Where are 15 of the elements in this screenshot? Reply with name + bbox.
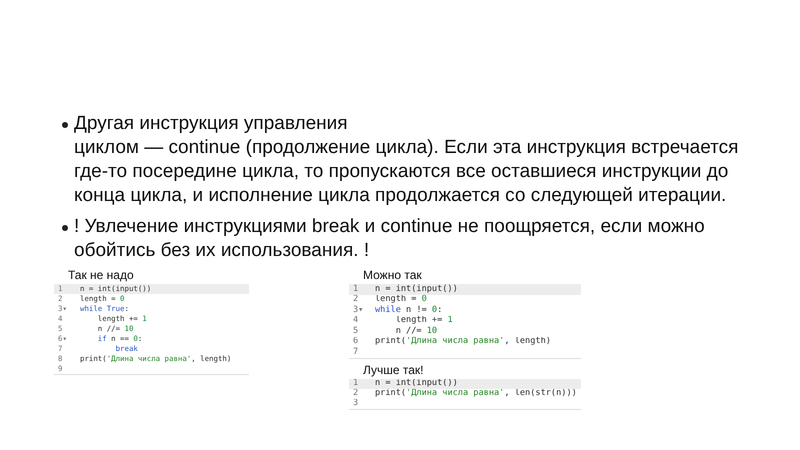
- code-line: 3: [352, 398, 360, 408]
- code-line: 7: [352, 347, 360, 358]
- code-line: 4 length += 1: [352, 316, 454, 326]
- code-line: 5 n //= 10: [352, 326, 438, 336]
- bullet-text: ! Увлечение инструкциями break и continue не поощряется, если можно обойтись без их использования. !: [74, 215, 706, 263]
- example-caption: Лучше так!: [363, 362, 425, 376]
- code-line: 6 print('Длина числа равна', length): [352, 336, 552, 347]
- bullet-text: Другая инструкция управления циклом — continue (продолжение цикла). Если эта инструкция встречается где-то посередине цикла, то пропускаются все оставшиеся инструкции до конца цикла, и исполнение цикла продолжается со следующей итерации.: [74, 112, 740, 208]
- code-line: 3▾ while n != 0:: [352, 305, 444, 316]
- code-line: 2 print('Длина числа равна', len(str(n))): [352, 388, 578, 398]
- code-line: 2 length = 0: [352, 294, 428, 305]
- example-caption: Можно так: [363, 268, 423, 282]
- bullet-icon: [62, 225, 68, 231]
- bullet-icon: [62, 122, 68, 128]
- example-caption: Так не надо: [68, 268, 135, 282]
